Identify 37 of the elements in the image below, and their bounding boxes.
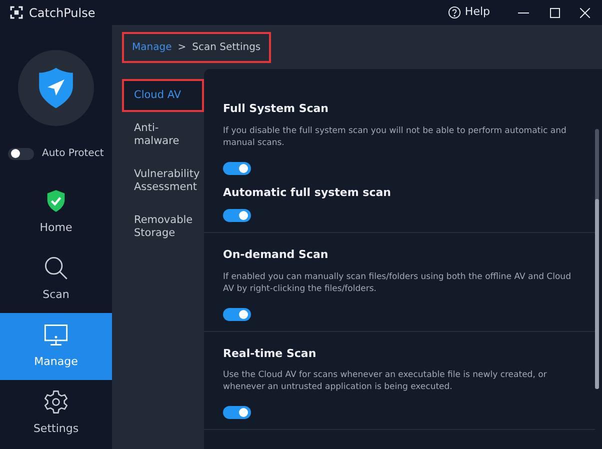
submenu-item[interactable]: Vulnerability Assessment: [122, 158, 204, 204]
help-icon: [448, 6, 461, 19]
settings-icon: [43, 389, 69, 416]
submenu-item[interactable]: Anti-malware: [122, 112, 204, 158]
search-icon: [43, 255, 69, 282]
breadcrumb-link[interactable]: Manage: [132, 40, 172, 54]
setting-description: If enabled you can manually scan files/folders using both the offline AV and Cloud AV by right-clicking the files/folders.: [223, 270, 572, 294]
maximize-button[interactable]: [548, 6, 562, 20]
close-icon: [580, 8, 590, 18]
submenu-item[interactable]: Cloud AV: [122, 79, 204, 112]
logo-icon: [10, 6, 23, 19]
help-button[interactable]: Help: [448, 4, 490, 21]
monitor-icon: [43, 322, 69, 348]
setting-toggle[interactable]: [223, 308, 251, 320]
setting-toggle[interactable]: [223, 209, 251, 222]
nav-item[interactable]: Manage: [0, 313, 112, 380]
auto-protect-label: Auto Protect: [42, 147, 104, 161]
setting-title: Full System Scan: [223, 101, 330, 117]
breadcrumb-current: Scan Settings: [192, 40, 261, 54]
submenu-item[interactable]: Removable Storage: [122, 204, 204, 250]
auto-protect-toggle[interactable]: [8, 148, 34, 160]
nav-item[interactable]: Scan: [0, 246, 112, 313]
setting-title: Real-time Scan: [223, 346, 318, 362]
maximize-icon: [550, 8, 560, 18]
nav-item[interactable]: Home: [0, 179, 112, 246]
setting-description: Use the Cloud AV for scans whenever an executable file is newly created, or whenever an untrusted application is being executed.: [223, 369, 548, 393]
scrollbar[interactable]: [595, 129, 599, 389]
setting-title: On-demand Scan: [223, 247, 330, 263]
setting-toggle[interactable]: [223, 162, 251, 174]
setting-title: Automatic full system scan: [223, 184, 392, 200]
nav-item[interactable]: Settings: [0, 380, 112, 447]
breadcrumb-separator: >: [178, 40, 186, 54]
window-title: CatchPulse: [29, 4, 96, 22]
setting-toggle[interactable]: [223, 406, 251, 419]
close-button[interactable]: [578, 6, 592, 20]
minimize-icon: [518, 12, 528, 14]
setting-description: If you disable the full system scan you will not be able to perform automatic and manual scans.: [223, 124, 568, 148]
